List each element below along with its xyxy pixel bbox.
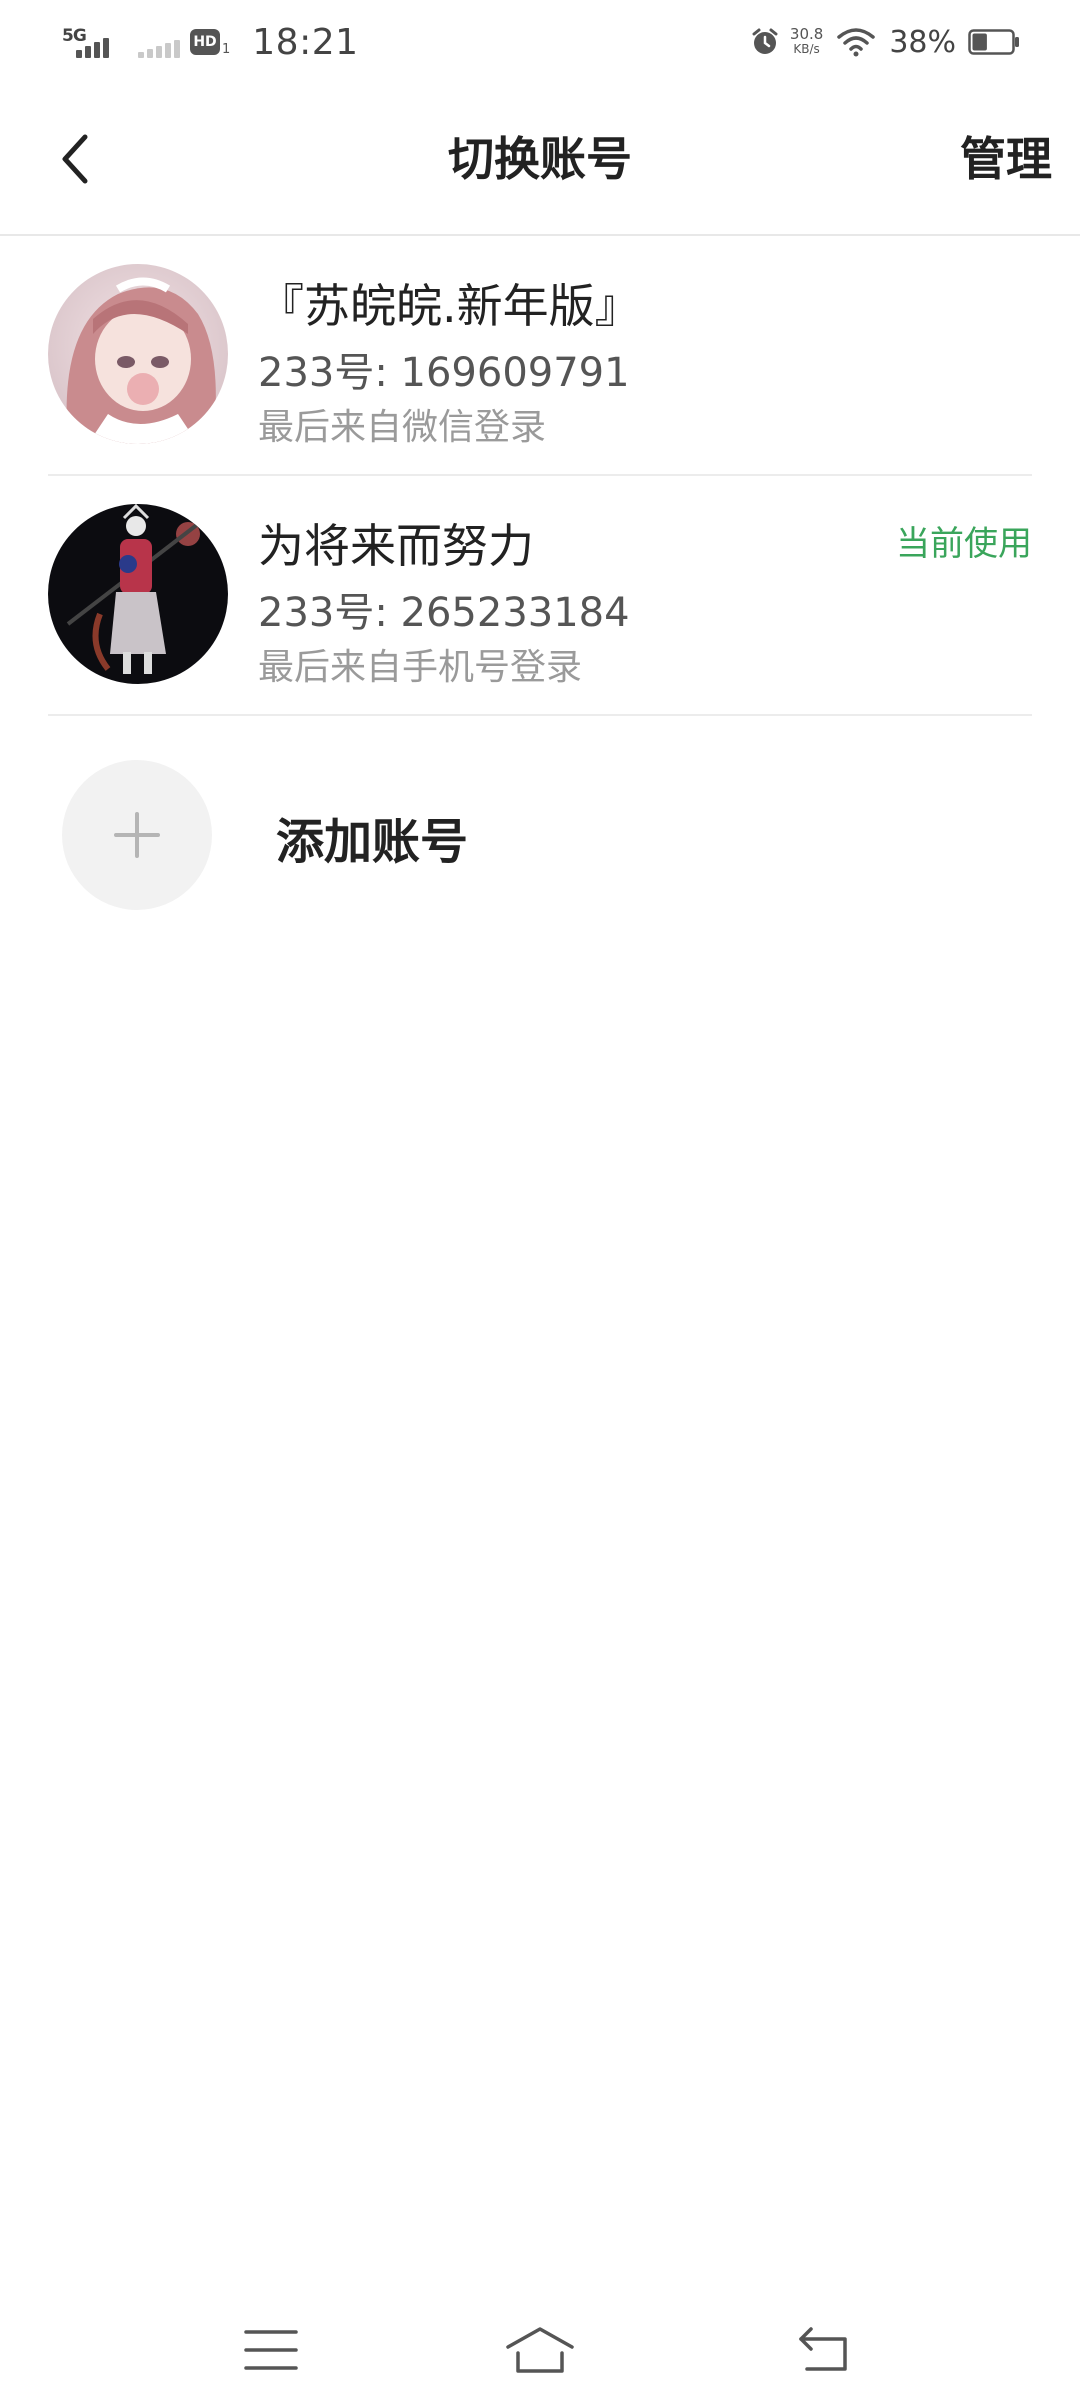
account-row-2[interactable]: 为将来而努力 233号: 265233184 最后来自手机号登录 当前使用 — [48, 476, 1032, 716]
account-list: 『苏皖皖.新年版』 233号: 169609791 最后来自微信登录 为将来而努… — [0, 236, 1080, 716]
home-icon — [506, 2327, 574, 2373]
account-last-login: 最后来自微信登录 — [258, 407, 547, 448]
account-id: 233号: 169609791 — [258, 350, 630, 396]
battery-icon — [968, 29, 1019, 55]
add-account-label: 添加账号 — [276, 814, 469, 870]
wifi-icon — [837, 28, 876, 57]
plus-icon — [114, 812, 160, 858]
page-title: 切换账号 — [448, 132, 632, 186]
account-id: 233号: 265233184 — [258, 590, 630, 636]
back-nav-button[interactable] — [790, 2320, 860, 2380]
add-account-circle — [62, 760, 212, 910]
status-bar: 5G HD 1 18:21 30.8 KB/s 38% — [0, 0, 1080, 84]
signal-secondary-icon — [138, 22, 184, 62]
return-icon — [799, 2327, 847, 2371]
account-row-1[interactable]: 『苏皖皖.新年版』 233号: 169609791 最后来自微信登录 — [48, 236, 1032, 476]
hd-icon: HD — [190, 29, 220, 55]
current-account-badge: 当前使用 — [896, 524, 1032, 564]
account-name: 为将来而努力 — [258, 519, 534, 573]
battery-percent: 38% — [889, 24, 956, 60]
app-header: 切换账号 管理 — [0, 84, 1080, 236]
manage-button[interactable]: 管理 — [960, 124, 1052, 194]
signal-5g-icon: 5G — [60, 22, 112, 62]
avatar — [48, 504, 228, 684]
menu-button[interactable] — [236, 2320, 306, 2380]
home-button[interactable] — [505, 2320, 575, 2380]
account-last-login: 最后来自手机号登录 — [258, 647, 583, 688]
hd-sub-label: 1 — [222, 41, 231, 57]
menu-icon — [244, 2330, 298, 2370]
add-account-button[interactable]: 添加账号 — [62, 760, 962, 912]
system-nav-bar — [0, 2300, 1080, 2408]
account-name: 『苏皖皖.新年版』 — [258, 279, 641, 333]
status-time: 18:21 — [252, 21, 359, 63]
net-speed: 30.8 KB/s — [789, 25, 824, 57]
avatar — [48, 264, 228, 444]
alarm-icon — [752, 28, 778, 54]
